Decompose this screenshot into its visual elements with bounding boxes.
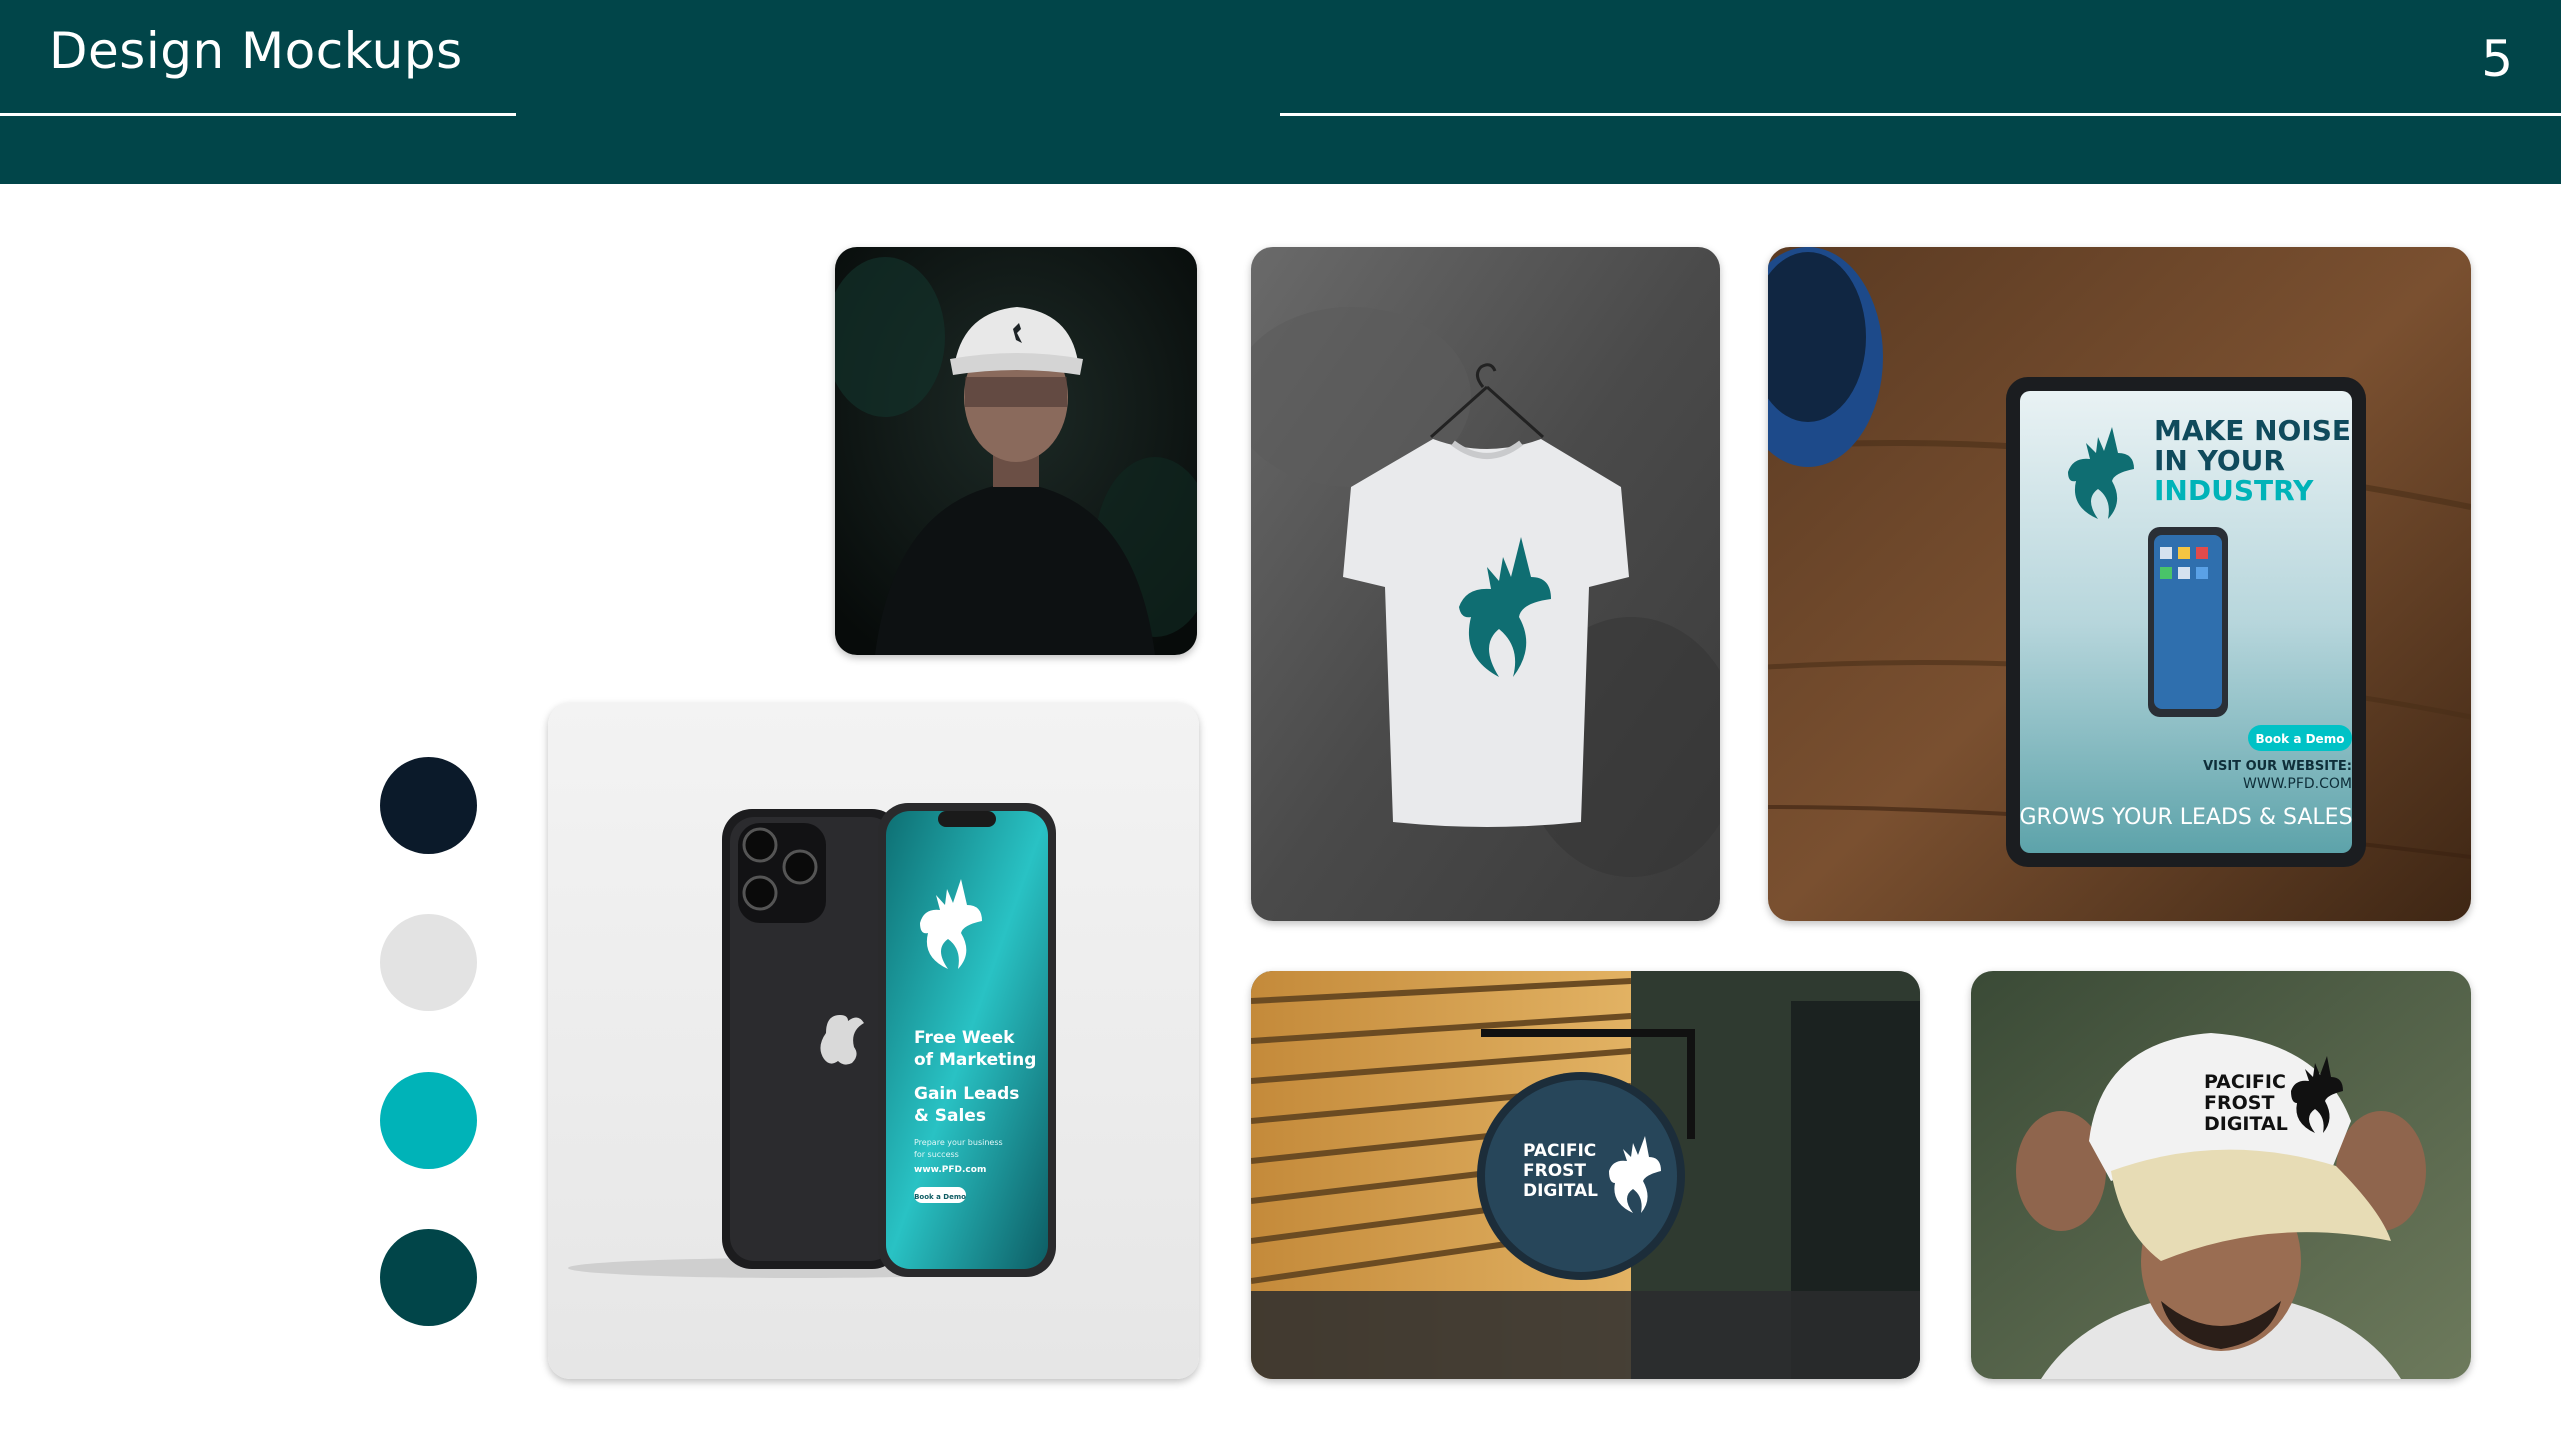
snapback-line-3: DIGITAL <box>2204 1113 2288 1135</box>
snapback-image: PACIFIC FROST DIGITAL <box>1971 971 2471 1379</box>
tablet-headline-2: IN YOUR <box>2154 444 2285 477</box>
mockup-photo-sign: PACIFIC FROST DIGITAL <box>1251 971 1920 1379</box>
iphone-image: Free Week of Marketing Gain Leads & Sale… <box>548 703 1199 1379</box>
slide-title: Design Mockups <box>49 22 463 80</box>
sign-line-2: FROST <box>1523 1161 1586 1181</box>
phone-line-3: Gain Leads <box>914 1084 1019 1104</box>
mockup-photo-tablet: MAKE NOISE IN YOUR INDUSTRY Book a Demo … <box>1768 247 2471 921</box>
palette-swatch-teal <box>380 1072 477 1169</box>
mockup-photo-iphone: Free Week of Marketing Gain Leads & Sale… <box>548 703 1199 1379</box>
tablet-cta-button: Book a Demo <box>2256 732 2345 746</box>
phone-small-2: for success <box>914 1150 959 1159</box>
mockup-photo-cap-man <box>835 247 1197 655</box>
palette-swatch-dark-teal <box>380 1229 477 1326</box>
mockup-photo-tshirt <box>1251 247 1720 921</box>
palette-swatch-navy <box>380 757 477 854</box>
mockup-photo-snapback: PACIFIC FROST DIGITAL <box>1971 971 2471 1379</box>
header-divider-left <box>0 113 516 116</box>
cap-man-image <box>835 247 1197 655</box>
tablet-image: MAKE NOISE IN YOUR INDUSTRY Book a Demo … <box>1768 247 2471 921</box>
phone-line-1: Free Week <box>914 1028 1015 1048</box>
tshirt-image <box>1251 247 1720 921</box>
sign-line-1: PACIFIC <box>1523 1141 1596 1161</box>
tablet-url: WWW.PFD.COM <box>2243 776 2352 792</box>
tablet-headline-1: MAKE NOISE <box>2154 414 2351 447</box>
phone-line-2: of Marketing <box>914 1050 1036 1070</box>
sign-line-3: DIGITAL <box>1523 1181 1598 1201</box>
tablet-footer-text: GROWS YOUR LEADS & SALES <box>2019 805 2352 830</box>
tablet-headline-3: INDUSTRY <box>2154 474 2314 507</box>
phone-cta-button: Book a Demo <box>914 1193 966 1201</box>
snapback-line-1: PACIFIC <box>2204 1071 2286 1093</box>
tablet-visit-label: VISIT OUR WEBSITE: <box>2203 759 2352 774</box>
page-number: 5 <box>2481 30 2513 88</box>
slide-header: Design Mockups 5 <box>0 0 2561 184</box>
sign-image: PACIFIC FROST DIGITAL <box>1251 971 1920 1379</box>
phone-line-4: & Sales <box>914 1106 986 1126</box>
palette-swatch-light-gray <box>380 914 477 1011</box>
header-divider-right <box>1280 113 2561 116</box>
snapback-line-2: FROST <box>2204 1092 2274 1114</box>
phone-small-1: Prepare your business <box>914 1138 1003 1147</box>
phone-url: www.PFD.com <box>914 1165 986 1175</box>
